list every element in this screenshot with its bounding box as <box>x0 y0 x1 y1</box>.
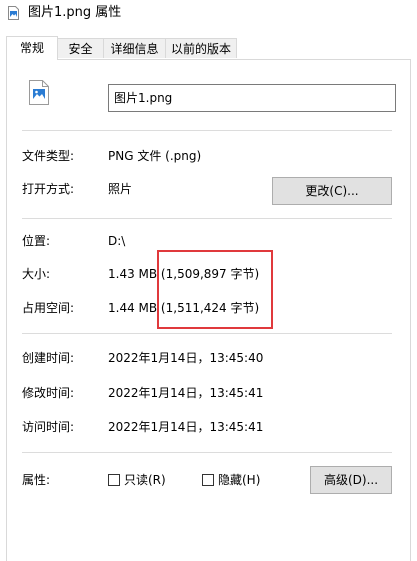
window-title: 图片1.png 属性 <box>28 5 122 20</box>
hidden-label[interactable]: 隐藏(H) <box>218 472 260 488</box>
modified-value: 2022年1月14日，13:45:41 <box>108 386 264 400</box>
tab-bar: 常规 安全 详细信息 以前的版本 <box>0 36 417 60</box>
hidden-checkbox[interactable] <box>202 474 214 486</box>
divider <box>22 333 392 334</box>
opens-with-label: 打开方式: <box>22 182 75 196</box>
annotation-highlight-box <box>157 250 273 329</box>
divider <box>22 218 392 219</box>
created-value: 2022年1月14日，13:45:40 <box>108 351 264 365</box>
opens-with-value: 照片 <box>108 182 133 196</box>
location-value: D:\ <box>108 234 126 248</box>
size-on-disk-label: 占用空间: <box>22 301 75 315</box>
change-button[interactable]: 更改(C)... <box>272 177 392 205</box>
accessed-label: 访问时间: <box>22 420 75 434</box>
tab-security[interactable]: 安全 <box>57 38 104 58</box>
attributes-label: 属性: <box>22 473 51 487</box>
tab-previous-versions[interactable]: 以前的版本 <box>165 38 237 58</box>
location-label: 位置: <box>22 234 51 248</box>
advanced-button[interactable]: 高级(D)... <box>310 466 392 494</box>
image-file-icon <box>8 6 19 20</box>
divider <box>22 452 392 453</box>
accessed-value: 2022年1月14日，13:45:41 <box>108 420 264 434</box>
tab-general[interactable]: 常规 <box>6 36 58 60</box>
file-type-value: PNG 文件 (.png) <box>108 149 202 163</box>
created-label: 创建时间: <box>22 351 75 365</box>
divider <box>22 130 392 131</box>
tab-details[interactable]: 详细信息 <box>103 38 166 58</box>
readonly-label[interactable]: 只读(R) <box>124 472 166 488</box>
readonly-checkbox[interactable] <box>108 474 120 486</box>
file-type-label: 文件类型: <box>22 149 75 163</box>
title-bar: 图片1.png 属性 <box>0 0 417 28</box>
image-file-icon <box>29 80 49 105</box>
size-label: 大小: <box>22 267 51 281</box>
file-name-field[interactable]: 图片1.png <box>108 84 396 112</box>
modified-label: 修改时间: <box>22 386 75 400</box>
